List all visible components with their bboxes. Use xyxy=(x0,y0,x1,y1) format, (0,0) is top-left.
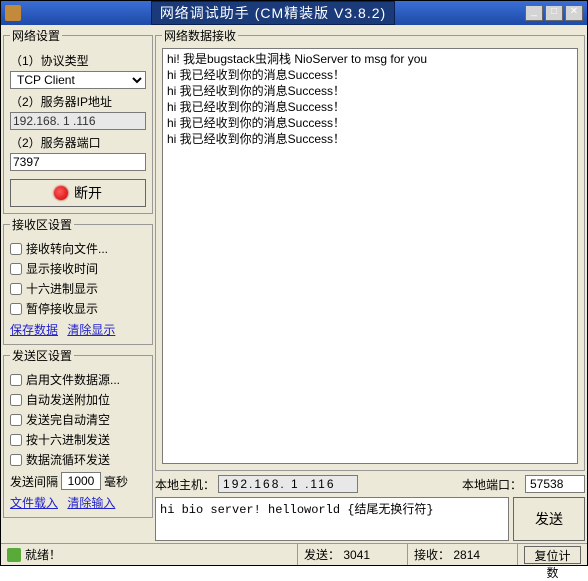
statusbar: 就绪！ 发送： 3041 接收： 2814 复位计数 xyxy=(1,543,587,565)
protocol-label: （1）协议类型 xyxy=(10,52,146,69)
local-info-row: 本地主机： 本地端口： xyxy=(155,473,585,495)
file-source-label: 启用文件数据源... xyxy=(26,371,120,388)
hex-display-label: 十六进制显示 xyxy=(26,280,98,297)
send-textarea[interactable]: hi bio server! helloworld {结尾无换行符} xyxy=(155,497,509,541)
sent-label: 发送： xyxy=(304,546,340,563)
sent-value: 3041 xyxy=(343,548,370,562)
server-ip-input[interactable] xyxy=(10,112,146,130)
interval-label: 发送间隔 xyxy=(10,473,58,490)
auto-clear-checkbox[interactable] xyxy=(10,414,22,426)
hex-send-label: 按十六进制发送 xyxy=(26,431,110,448)
loop-send-checkbox[interactable] xyxy=(10,454,22,466)
local-port-input[interactable] xyxy=(525,475,585,493)
local-host-label: 本地主机： xyxy=(155,476,215,493)
auto-clear-label: 发送完自动清空 xyxy=(26,411,110,428)
status-ready: 就绪！ xyxy=(25,546,61,563)
status-ok-icon xyxy=(7,548,21,562)
titlebar: 网络调试助手 (CM精装版 V3.8.2) _ □ ✕ xyxy=(1,1,587,25)
protocol-select[interactable]: TCP Client xyxy=(10,71,146,89)
disconnect-label: 断开 xyxy=(74,183,102,203)
pause-recv-label: 暂停接收显示 xyxy=(26,300,98,317)
app-window: 网络调试助手 (CM精装版 V3.8.2) _ □ ✕ 网络设置 （1）协议类型… xyxy=(0,0,588,566)
recv-label: 接收： xyxy=(414,546,450,563)
right-panel: 网络数据接收 hi! 我是bugstack虫洞栈 NioServer to ms… xyxy=(155,27,585,541)
send-settings-group: 发送区设置 启用文件数据源... 自动发送附加位 发送完自动清空 按十六进制发送… xyxy=(3,347,153,518)
maximize-button[interactable]: □ xyxy=(545,5,563,21)
recv-to-file-label: 接收转向文件... xyxy=(26,240,108,257)
recv-settings-title: 接收区设置 xyxy=(10,216,74,233)
server-port-input[interactable] xyxy=(10,153,146,171)
hex-display-checkbox[interactable] xyxy=(10,283,22,295)
reset-counter-button[interactable]: 复位计数 xyxy=(524,546,581,564)
interval-unit: 毫秒 xyxy=(104,473,128,490)
window-title: 网络调试助手 (CM精装版 V3.8.2) xyxy=(151,1,395,25)
connection-status-icon xyxy=(54,186,68,200)
recv-value: 2814 xyxy=(453,548,480,562)
auto-append-checkbox[interactable] xyxy=(10,394,22,406)
show-recv-time-checkbox[interactable] xyxy=(10,263,22,275)
auto-append-label: 自动发送附加位 xyxy=(26,391,110,408)
app-icon xyxy=(5,5,21,21)
file-source-checkbox[interactable] xyxy=(10,374,22,386)
recv-textarea[interactable]: hi! 我是bugstack虫洞栈 NioServer to msg for y… xyxy=(162,48,578,464)
pause-recv-checkbox[interactable] xyxy=(10,303,22,315)
recv-data-title: 网络数据接收 xyxy=(162,27,238,44)
server-port-label: （2）服务器端口 xyxy=(10,134,146,151)
send-button[interactable]: 发送 xyxy=(513,497,585,541)
disconnect-button[interactable]: 断开 xyxy=(10,179,146,207)
minimize-button[interactable]: _ xyxy=(525,5,543,21)
loop-send-label: 数据流循环发送 xyxy=(26,451,110,468)
network-settings-title: 网络设置 xyxy=(10,27,62,44)
show-recv-time-label: 显示接收时间 xyxy=(26,260,98,277)
server-ip-label: （2）服务器IP地址 xyxy=(10,93,146,110)
recv-to-file-checkbox[interactable] xyxy=(10,243,22,255)
local-port-label: 本地端口： xyxy=(462,476,522,493)
interval-input[interactable] xyxy=(61,472,101,490)
left-panel: 网络设置 （1）协议类型 TCP Client （2）服务器IP地址 （2）服务… xyxy=(3,27,153,541)
recv-settings-group: 接收区设置 接收转向文件... 显示接收时间 十六进制显示 暂停接收显示 保存数… xyxy=(3,216,153,345)
send-settings-title: 发送区设置 xyxy=(10,347,74,364)
clear-display-link[interactable]: 清除显示 xyxy=(67,323,115,337)
file-load-link[interactable]: 文件载入 xyxy=(10,496,58,510)
network-settings-group: 网络设置 （1）协议类型 TCP Client （2）服务器IP地址 （2）服务… xyxy=(3,27,153,214)
hex-send-checkbox[interactable] xyxy=(10,434,22,446)
local-host-input[interactable] xyxy=(218,475,358,493)
close-button[interactable]: ✕ xyxy=(565,5,583,21)
recv-data-group: 网络数据接收 hi! 我是bugstack虫洞栈 NioServer to ms… xyxy=(155,27,585,471)
save-data-link[interactable]: 保存数据 xyxy=(10,323,58,337)
clear-input-link[interactable]: 清除输入 xyxy=(67,496,115,510)
